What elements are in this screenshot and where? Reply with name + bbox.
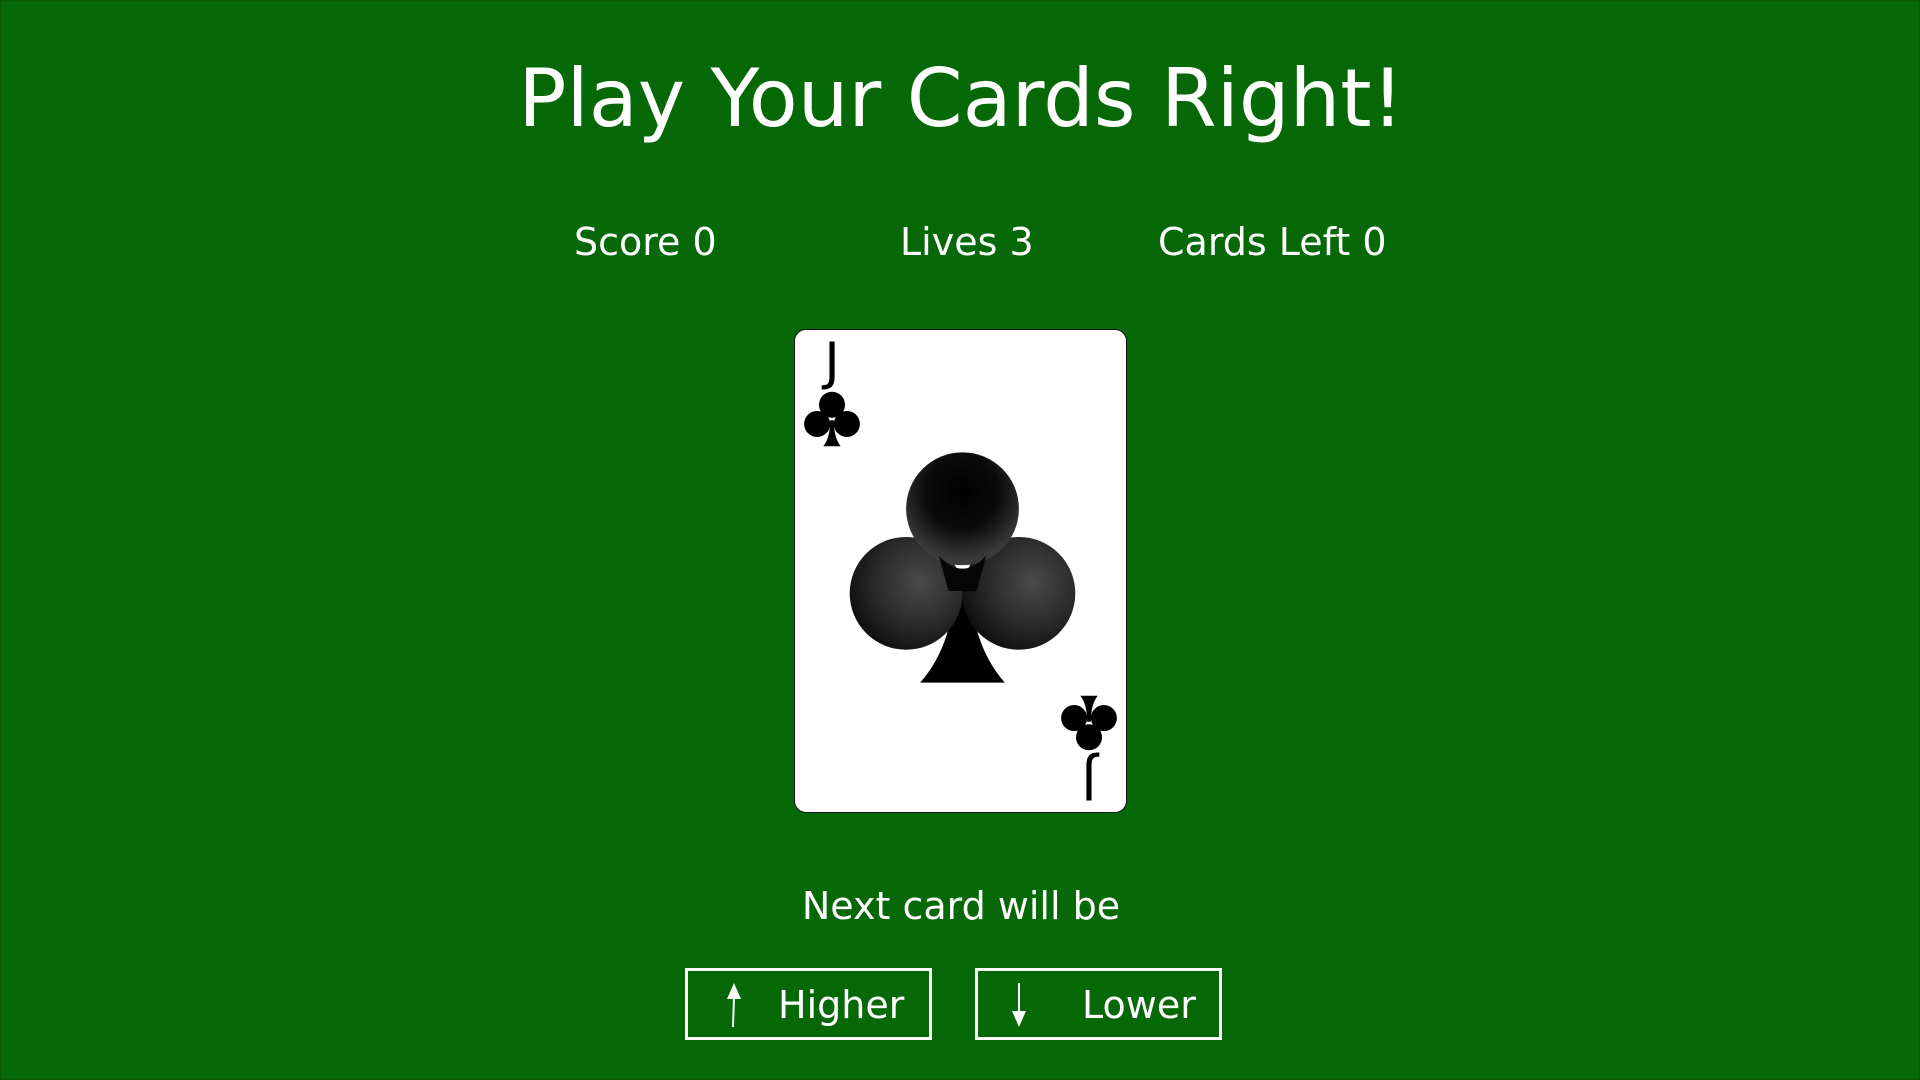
card-corner-top-left: J bbox=[797, 334, 867, 450]
game-title: Play Your Cards Right! bbox=[518, 52, 1404, 145]
cards-left-display: Cards Left 0 bbox=[1158, 220, 1387, 264]
current-card: J J bbox=[794, 329, 1127, 813]
arrow-down-icon bbox=[1012, 983, 1026, 1027]
score-display: Score 0 bbox=[574, 220, 717, 264]
arrow-up-icon bbox=[727, 983, 741, 1028]
card-rank: J bbox=[824, 332, 840, 392]
game-window: Play Your Cards Right! Score 0 Lives 3 C… bbox=[0, 0, 1920, 1080]
lives-display: Lives 3 bbox=[900, 220, 1034, 264]
next-card-prompt: Next card will be bbox=[801, 884, 1121, 928]
card-rank: J bbox=[1081, 750, 1097, 810]
lower-button-label: Lower bbox=[1082, 983, 1196, 1027]
club-icon bbox=[849, 452, 1076, 683]
card-corner-bottom-right: J bbox=[1054, 692, 1124, 810]
higher-button-label: Higher bbox=[778, 983, 905, 1027]
club-icon bbox=[801, 388, 863, 450]
higher-button[interactable]: Higher bbox=[685, 968, 932, 1040]
lower-button[interactable]: Lower bbox=[975, 968, 1222, 1040]
club-icon bbox=[1058, 692, 1120, 754]
